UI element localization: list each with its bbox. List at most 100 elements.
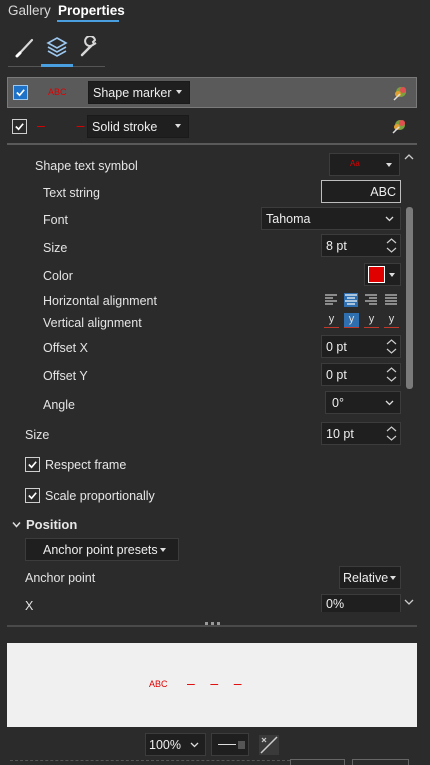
chevron-down-icon xyxy=(176,90,182,94)
vertical-alignment-label: Vertical alignment xyxy=(43,316,142,330)
chevron-down-icon xyxy=(190,742,199,748)
scrollbar-thumb[interactable] xyxy=(406,207,413,389)
angle-dropdown[interactable]: 0° xyxy=(325,391,401,414)
layer-visibility-checkbox[interactable] xyxy=(12,119,27,134)
align-right-icon[interactable] xyxy=(364,293,378,307)
layer-row-shape-marker[interactable]: ABC Shape marker xyxy=(7,77,417,108)
offset-y-label: Offset Y xyxy=(43,369,88,383)
splitter-grip-icon[interactable] xyxy=(205,622,223,626)
spinner-arrows-icon[interactable] xyxy=(386,237,397,254)
layer-preview-text: ABC xyxy=(48,87,67,97)
scroll-up-icon[interactable] xyxy=(404,153,414,161)
layer-settings-icon[interactable] xyxy=(392,85,408,104)
size-label: Size xyxy=(25,428,50,442)
chevron-down-icon xyxy=(386,163,392,167)
angle-value: 0° xyxy=(332,395,344,410)
layer-type-label: Solid stroke xyxy=(92,119,158,134)
scroll-down-icon[interactable] xyxy=(404,598,414,606)
vertical-alignment-buttons: y y y y xyxy=(322,313,402,329)
offset-x-stepper[interactable]: 0 pt xyxy=(321,335,401,358)
zoom-dropdown[interactable]: 100% xyxy=(145,733,206,756)
font-label: Font xyxy=(43,213,69,227)
chevron-down-icon xyxy=(390,576,396,580)
symbol-preview: Aa xyxy=(350,159,360,168)
x-stepper[interactable]: 0% xyxy=(321,594,401,612)
scale-proportionally-checkbox[interactable] xyxy=(25,488,40,503)
anchor-point-presets-dropdown[interactable]: Anchor point presets xyxy=(25,538,179,561)
chevron-down-icon xyxy=(175,124,181,128)
layer-settings-icon[interactable] xyxy=(391,118,407,137)
chevron-down-icon xyxy=(12,522,21,528)
wrench-icon[interactable] xyxy=(73,33,105,61)
font-dropdown[interactable]: Tahoma xyxy=(261,207,401,230)
offset-y-stepper[interactable]: 0 pt xyxy=(321,363,401,386)
footer-button[interactable] xyxy=(290,759,345,765)
spinner-arrows-icon[interactable] xyxy=(386,425,397,442)
color-picker[interactable] xyxy=(364,263,401,286)
offset-x-label: Offset X xyxy=(43,341,88,355)
size-stepper[interactable]: 10 pt xyxy=(321,422,401,445)
anchor-point-value: Relative xyxy=(343,570,389,585)
horizontal-alignment-label: Horizontal alignment xyxy=(43,294,157,308)
brush-icon[interactable] xyxy=(9,33,41,61)
text-string-value: ABC xyxy=(370,184,396,199)
text-string-label: Text string xyxy=(43,186,100,200)
chevron-down-icon xyxy=(385,216,394,222)
zoom-value: 100% xyxy=(149,737,181,752)
chevron-down-icon xyxy=(238,741,245,749)
align-left-icon[interactable] xyxy=(324,293,338,307)
horizontal-alignment-buttons xyxy=(322,293,402,307)
respect-frame-option[interactable]: Respect frame xyxy=(25,457,126,472)
position-label: Position xyxy=(26,517,78,532)
line-style-dropdown[interactable] xyxy=(211,733,249,756)
layer-type-dropdown[interactable]: Solid stroke xyxy=(87,115,189,138)
x-value: 0% xyxy=(326,596,345,611)
align-justify-icon[interactable] xyxy=(384,293,398,307)
chevron-down-icon xyxy=(389,273,395,277)
preview-marker-text: ABC xyxy=(149,679,168,689)
preview-stroke: – – – xyxy=(187,675,242,691)
layer-visibility-checkbox[interactable] xyxy=(13,85,28,100)
layers-icon[interactable] xyxy=(41,33,73,61)
color-label: Color xyxy=(43,269,73,283)
align-center-icon[interactable] xyxy=(344,293,358,307)
active-tool-indicator xyxy=(41,64,73,67)
scale-proportionally-option[interactable]: Scale proportionally xyxy=(25,488,155,503)
angle-label: Angle xyxy=(43,398,75,412)
respect-frame-label: Respect frame xyxy=(45,457,127,472)
respect-frame-checkbox[interactable] xyxy=(25,457,40,472)
spinner-arrows-icon[interactable] xyxy=(386,366,397,383)
x-label: X xyxy=(25,599,34,613)
footer-button[interactable] xyxy=(352,759,409,765)
inner-size-value: 8 pt xyxy=(326,238,347,253)
layer-row-solid-stroke[interactable]: – – Solid stroke xyxy=(7,111,417,142)
inner-size-label: Size xyxy=(43,241,68,255)
symbol-preview-canvas: ABC – – – xyxy=(7,643,417,727)
valign-baseline-icon[interactable]: y xyxy=(364,313,379,328)
offset-y-value: 0 pt xyxy=(326,367,347,382)
valign-top-icon[interactable]: y xyxy=(324,313,339,328)
chevron-down-icon xyxy=(385,400,394,406)
shape-text-symbol-dropdown[interactable]: Aa xyxy=(329,153,400,176)
anchor-point-presets-label: Anchor point presets xyxy=(43,542,158,557)
active-tab-indicator xyxy=(57,20,119,22)
font-value: Tahoma xyxy=(266,211,311,226)
layer-type-label: Shape marker xyxy=(93,85,172,100)
spinner-arrows-icon[interactable] xyxy=(386,338,397,355)
shape-text-symbol-label: Shape text symbol xyxy=(35,159,138,173)
anchor-point-dropdown[interactable]: Relative xyxy=(339,566,401,589)
valign-bottom-icon[interactable]: y xyxy=(384,313,399,328)
scale-proportionally-label: Scale proportionally xyxy=(45,488,155,503)
tab-properties[interactable]: Properties xyxy=(58,3,125,18)
position-section-header[interactable]: Position xyxy=(12,517,77,532)
text-string-input[interactable]: ABC xyxy=(321,180,401,203)
transparency-icon[interactable] xyxy=(258,734,280,756)
line-style-preview xyxy=(218,744,236,745)
tab-gallery[interactable]: Gallery xyxy=(8,3,51,18)
valign-middle-icon[interactable]: y xyxy=(344,313,359,328)
layers-divider xyxy=(7,143,417,145)
chevron-down-icon xyxy=(160,548,166,552)
color-swatch xyxy=(368,266,385,283)
layer-type-dropdown[interactable]: Shape marker xyxy=(88,81,190,104)
inner-size-stepper[interactable]: 8 pt xyxy=(321,234,401,257)
